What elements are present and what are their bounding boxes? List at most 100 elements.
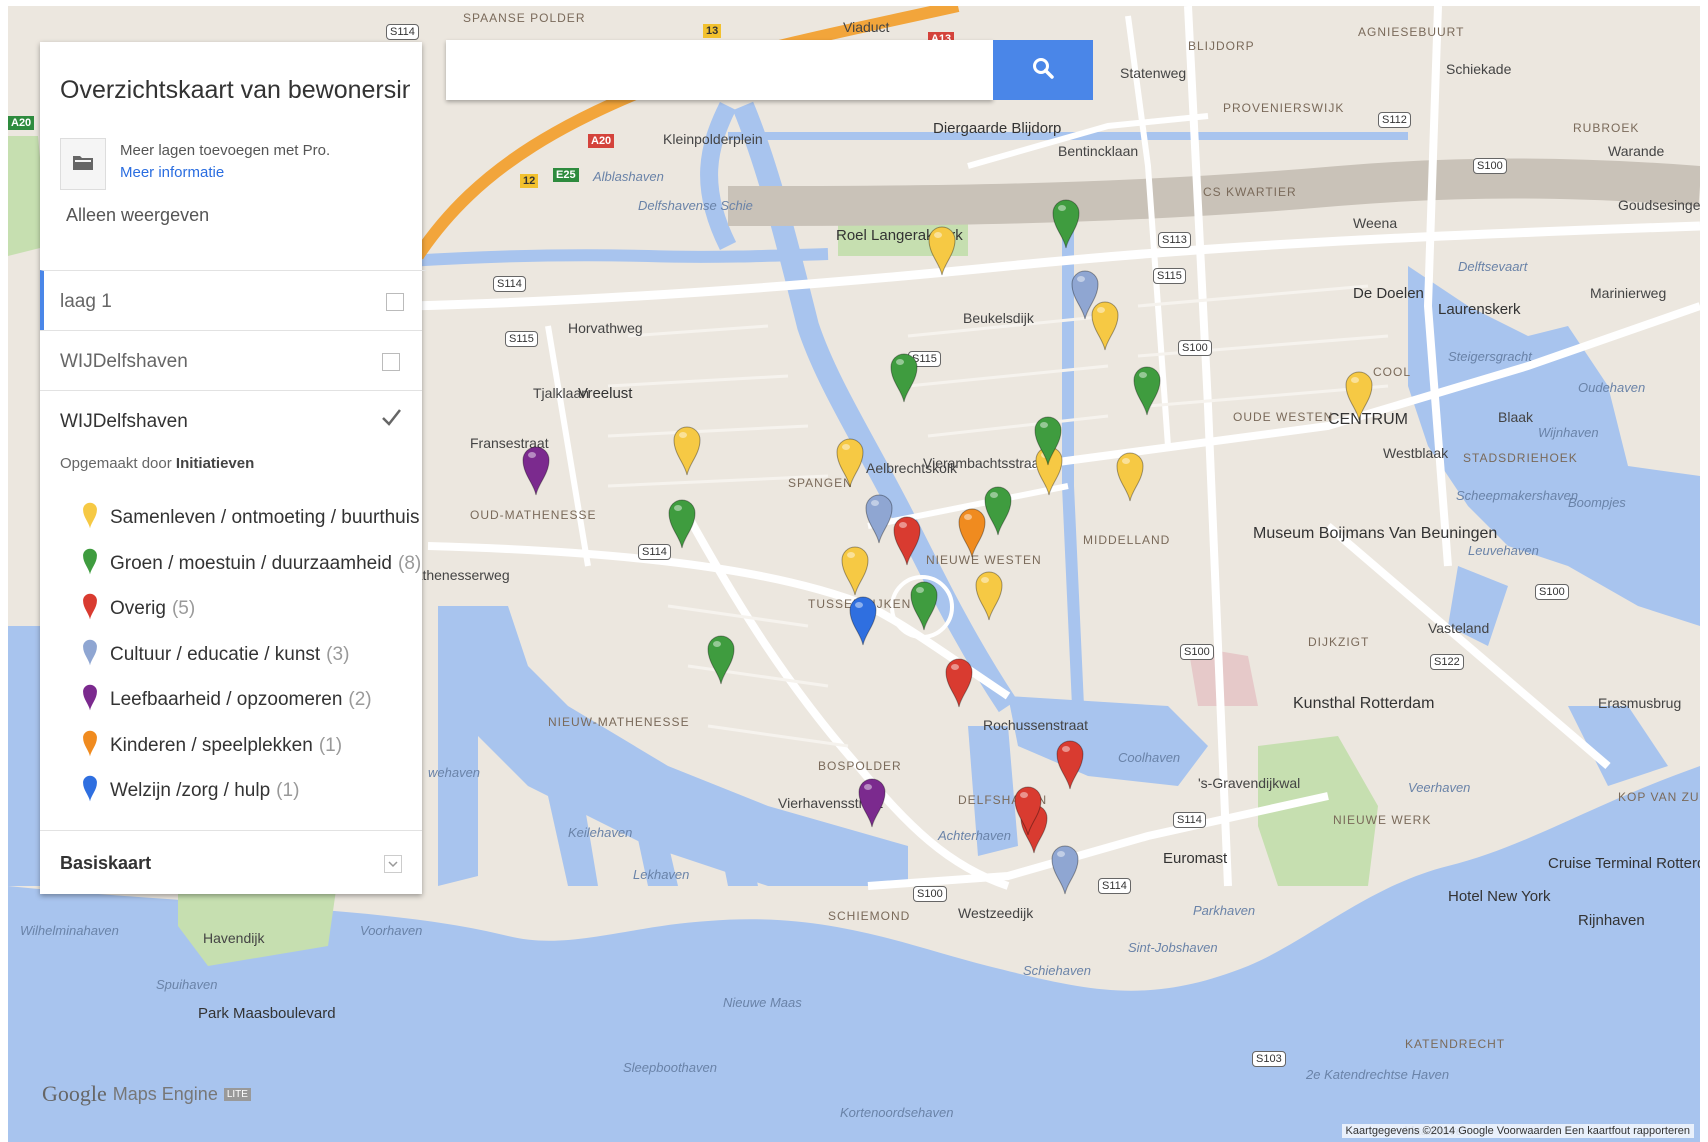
legend-label: Kinderen / speelplekken [110, 734, 313, 756]
legend-count: (1) [276, 780, 300, 801]
layer-row-wijdelfshaven-1[interactable]: WIJDelfshaven [40, 330, 422, 391]
map-label: Blaak [1498, 409, 1534, 425]
legend-count: (5) [171, 598, 196, 619]
chevron-down-icon[interactable] [384, 855, 402, 878]
lite-badge: LITE [223, 1087, 251, 1101]
map-label: SCHIEMOND [828, 909, 911, 923]
map-label: Achterhaven [938, 828, 1011, 843]
map-label: Diergaarde Blijdorp [933, 120, 1062, 137]
map-marker-samenleven[interactable] [1115, 450, 1145, 502]
map-label: Keilehaven [568, 825, 633, 840]
map-marker-groen[interactable] [706, 633, 736, 685]
map-label: Warande [1608, 143, 1665, 159]
road-shield: S100 [913, 886, 947, 903]
layer-row-laag-1[interactable]: laag 1 [40, 270, 426, 331]
map-marker-groen[interactable] [983, 484, 1013, 536]
product-name: Maps Engine [112, 1083, 218, 1104]
road-shield: S115 [505, 331, 538, 348]
map-attribution[interactable]: Kaartgegevens ©2014 Google Voorwaarden E… [1341, 1124, 1694, 1138]
map-marker-samenleven[interactable] [835, 436, 865, 488]
layers-panel: Overzichtskaart van bewonersin... Meer l… [40, 42, 426, 895]
legend-item[interactable]: Groen / moestuin / duurzaamheid (8) [82, 547, 421, 581]
map-marker-kinderen[interactable] [957, 506, 987, 558]
map-label: Boompjes [1568, 495, 1626, 510]
legend-label: Groen / moestuin / duurzaamheid [110, 552, 392, 574]
road-shield: S114 [638, 544, 671, 561]
folder-icon [72, 153, 94, 176]
map-title[interactable]: Overzichtskaart van bewonersin... [60, 76, 410, 105]
road-shield: S100 [1473, 158, 1507, 175]
road-shield: S115 [1153, 268, 1186, 285]
map-label: RUBROEK [1573, 121, 1640, 135]
layer-name: WIJDelfshaven [60, 411, 188, 432]
map-marker-samenleven[interactable] [927, 224, 957, 276]
map-marker-cultuur[interactable] [1050, 843, 1080, 895]
legend-pin-icon [82, 774, 110, 808]
map-label: Viaduct [843, 19, 890, 35]
search-input[interactable] [446, 40, 993, 100]
basemap-label: Basiskaart [60, 853, 152, 873]
map-marker-samenleven[interactable] [672, 424, 702, 476]
map-label: Statenweg [1120, 65, 1187, 81]
created-by: Opgemaakt door Initiatieven [60, 455, 254, 472]
layer-checkbox[interactable] [382, 353, 400, 371]
legend-item[interactable]: Welzijn /zorg / hulp (1) [82, 774, 299, 808]
map-marker-groen[interactable] [1033, 414, 1063, 466]
map-label: MIDDELLAND [1083, 533, 1171, 547]
legend-item[interactable]: Kinderen / speelplekken (1) [82, 729, 342, 763]
legend-pin-icon [82, 729, 110, 763]
highway-label: A20 [8, 116, 35, 131]
map-label: Westzeedijk [958, 905, 1034, 921]
map-marker-overig[interactable] [1055, 738, 1085, 790]
layer-checkbox[interactable] [386, 293, 404, 311]
map-label: OUD-MATHENESSE [470, 508, 597, 522]
map-marker-groen[interactable] [889, 351, 919, 403]
legend-pin-icon [82, 547, 110, 581]
map-marker-welzijn[interactable] [848, 594, 878, 646]
map-label: DIJKZIGT [1308, 635, 1370, 649]
created-by-author: Initiatieven [175, 455, 255, 472]
add-layer-folder-button[interactable] [60, 138, 106, 190]
layer-checkbox-checked[interactable] [380, 407, 402, 434]
map-marker-groen[interactable] [667, 497, 697, 549]
show-only-button[interactable]: Alleen weergeven [66, 205, 209, 226]
map-marker-groen[interactable] [1132, 364, 1162, 416]
map-marker-samenleven[interactable] [1344, 369, 1374, 421]
map-marker-samenleven[interactable] [974, 569, 1004, 621]
legend-count: (3) [326, 643, 350, 665]
map-marker-cultuur[interactable] [1070, 268, 1100, 320]
map-label: Kortenoordsehaven [840, 1105, 954, 1120]
search-button[interactable] [993, 40, 1093, 100]
map-label: KATENDRECHT [1405, 1037, 1506, 1051]
map-marker-groen[interactable] [909, 579, 939, 631]
map-label: Delftsevaart [1458, 259, 1528, 274]
legend-item[interactable]: Cultuur / educatie / kunst (3) [82, 638, 349, 672]
map-marker-cultuur[interactable] [864, 492, 894, 544]
map-label: Parkhaven [1193, 903, 1256, 918]
map-label: Vasteland [1428, 620, 1490, 636]
map-marker-overig[interactable] [944, 656, 974, 708]
map-marker-groen[interactable] [1051, 197, 1081, 249]
map-marker-overig[interactable] [892, 514, 922, 566]
road-shield: S100 [1180, 644, 1214, 661]
map-marker-leefbaarheid[interactable] [521, 444, 551, 496]
map-marker-leefbaarheid[interactable] [857, 776, 887, 828]
legend-item[interactable]: Samenleven / ontmoeting / buurthuis [82, 501, 425, 535]
map-label: Voorhaven [360, 923, 423, 938]
road-shield: S112 [1378, 112, 1411, 129]
more-info-link[interactable]: Meer informatie [120, 164, 224, 181]
road-shield: S103 [1252, 1051, 1286, 1068]
legend-item[interactable]: Leefbaarheid / opzoomeren (2) [82, 683, 372, 717]
map-marker-overig[interactable] [1013, 784, 1043, 836]
map-label: Schiehaven [1023, 963, 1091, 978]
road-shield: S122 [1430, 654, 1464, 671]
map-label: Leuvehaven [1468, 543, 1539, 558]
map-label: Schiekade [1446, 61, 1512, 77]
map-label: Euromast [1163, 850, 1228, 867]
map-marker-samenleven[interactable] [840, 544, 870, 596]
basemap-row[interactable]: Basiskaart [40, 830, 422, 895]
map-label: Kleinpolderplein [663, 131, 763, 147]
map-label: Havendijk [203, 930, 265, 946]
legend-item[interactable]: Overig (5) [82, 592, 195, 626]
road-shield: S114 [1173, 812, 1206, 829]
